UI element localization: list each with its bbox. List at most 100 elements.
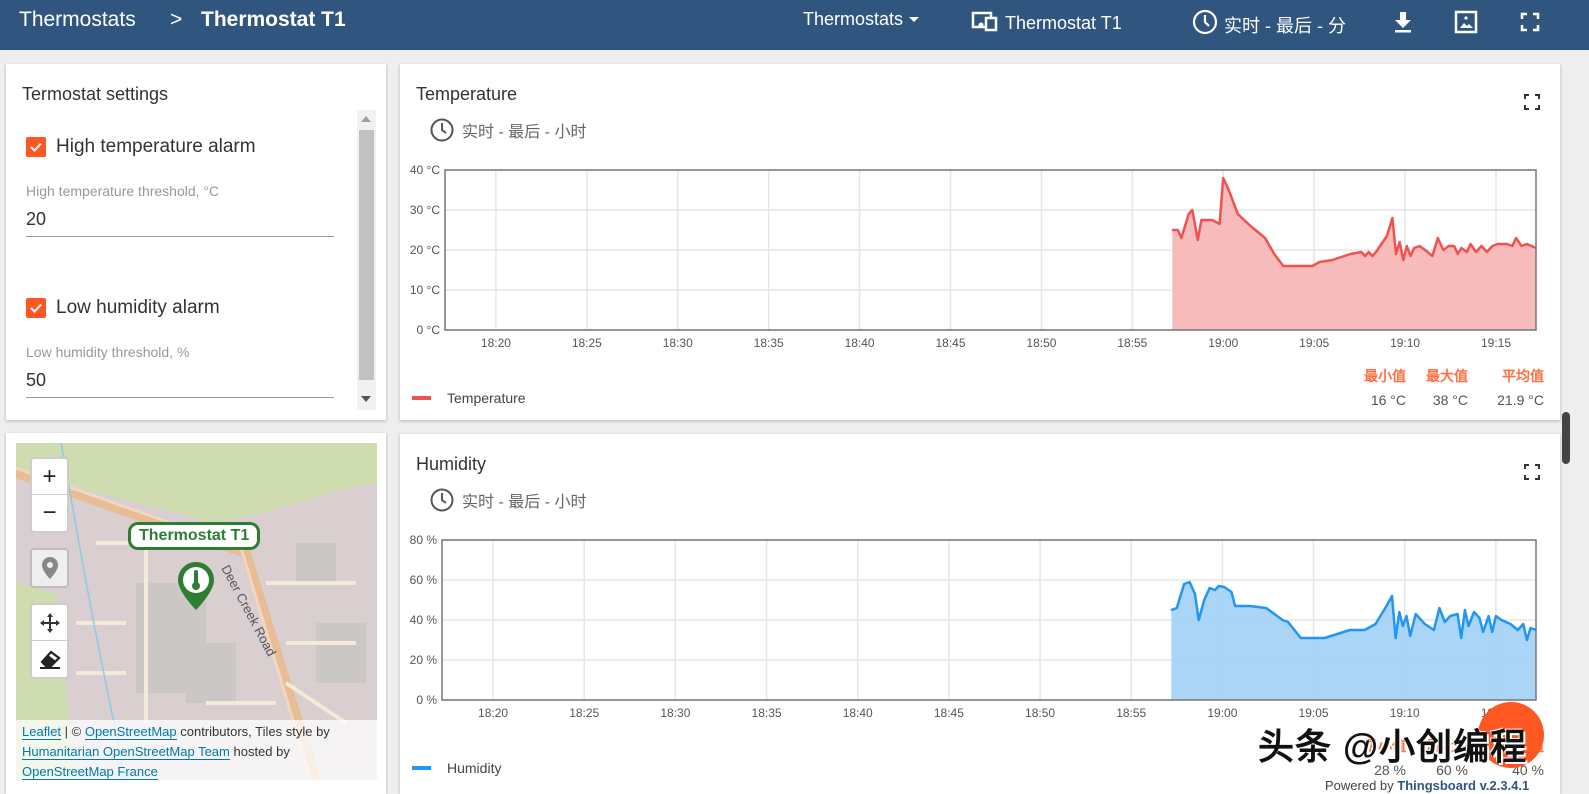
data-point	[1460, 637, 1462, 639]
entity-alias-button[interactable]: Thermostat T1	[971, 9, 1122, 38]
humidity-chart[interactable]: 80 % 60 % 40 % 20 % 0 % 18:20 18:25 18:30 18:35 1…	[400, 530, 1560, 730]
data-point	[1495, 615, 1497, 617]
marker-tooltip: Thermostat T1	[128, 522, 261, 550]
data-point	[1248, 605, 1251, 607]
osm-france-link[interactable]: OpenStreetMap France	[22, 764, 158, 780]
page-scrollbar-thumb[interactable]	[1562, 412, 1570, 464]
leaflet-link[interactable]: Leaflet	[22, 724, 62, 740]
low-hum-alarm-row[interactable]: Low humidity alarm	[26, 297, 220, 319]
settings-scrollbar[interactable]	[357, 110, 376, 410]
breadcrumb-root[interactable]: Thermostats	[19, 8, 136, 32]
low-hum-threshold-label: Low humidity threshold, %	[26, 344, 190, 360]
hot-link[interactable]: Humanitarian OpenStreetMap Team	[22, 744, 230, 760]
stat-avg-value: 21.9 °C	[1497, 392, 1544, 408]
data-point	[1526, 243, 1528, 245]
low-hum-threshold-input[interactable]	[26, 367, 334, 398]
temperature-timewindow[interactable]: 实时 - 最后 - 小时	[430, 118, 586, 142]
high-temp-alarm-checkbox[interactable]	[26, 137, 46, 157]
data-point	[1497, 243, 1499, 245]
high-temp-threshold-input[interactable]	[26, 206, 334, 237]
low-hum-alarm-label: Low humidity alarm	[56, 297, 220, 318]
data-point	[1391, 217, 1394, 219]
data-point	[1331, 259, 1334, 261]
fullscreen-icon	[1520, 12, 1540, 32]
osm-link[interactable]: OpenStreetMap	[84, 724, 177, 740]
data-point	[1486, 251, 1488, 253]
series-area	[1171, 582, 1536, 700]
erase-button[interactable]	[32, 641, 67, 677]
export-image-icon	[1454, 10, 1478, 34]
humidity-title: Humidity	[416, 454, 487, 474]
y-tick-label: 20 °C	[410, 243, 440, 257]
place-marker-button[interactable]	[32, 550, 67, 586]
x-tick-label: 18:40	[845, 336, 875, 350]
fullscreen-button[interactable]	[1516, 8, 1544, 36]
zoom-in-button[interactable]: +	[32, 459, 67, 495]
timewindow-button[interactable]: 实时 - 最后 - 分	[1192, 9, 1346, 40]
stat-min: 最小值 16 °C	[1358, 366, 1406, 408]
scroll-down-arrow-icon[interactable]	[361, 396, 371, 402]
checkmark-icon	[30, 142, 42, 152]
thermostat-marker[interactable]	[176, 560, 216, 617]
data-point	[1478, 617, 1481, 619]
temperature-timewindow-label: 实时 - 最后 - 小时	[462, 124, 587, 141]
data-point	[1187, 213, 1190, 215]
data-point	[1517, 629, 1519, 631]
marker-tool	[30, 548, 69, 588]
data-point	[1456, 613, 1459, 615]
settings-title: Termostat settings	[22, 84, 169, 104]
data-point	[1526, 639, 1528, 641]
download-button[interactable]	[1389, 8, 1417, 36]
legend-label: Humidity	[447, 760, 502, 776]
thingsboard-link[interactable]: Thingsboard v.2.3.4.1	[1397, 778, 1529, 793]
zoom-out-button[interactable]: −	[32, 495, 67, 531]
temperature-legend[interactable]: Temperature	[412, 390, 526, 406]
x-tick-label: 18:20	[478, 706, 508, 720]
checkmark-icon	[30, 303, 42, 313]
data-point	[1364, 255, 1366, 257]
x-tick-label: 18:30	[660, 706, 690, 720]
high-temp-alarm-row[interactable]: High temperature alarm	[26, 136, 256, 158]
humidity-legend[interactable]: Humidity	[412, 760, 501, 776]
y-tick-label: 40 %	[410, 613, 438, 627]
data-point	[1223, 586, 1225, 588]
y-tick-label: 60 %	[410, 573, 438, 587]
data-point	[1222, 177, 1224, 179]
humidity-timewindow[interactable]: 实时 - 最后 - 小时	[430, 488, 586, 512]
x-tick-label: 18:50	[1026, 336, 1056, 350]
low-hum-alarm-checkbox[interactable]	[26, 298, 46, 318]
data-point	[1203, 599, 1205, 601]
data-point	[1374, 623, 1377, 625]
scrollbar-thumb[interactable]	[359, 130, 374, 380]
move-button[interactable]	[32, 605, 67, 641]
thermometer-marker-icon	[178, 562, 214, 610]
data-point	[1197, 239, 1199, 241]
data-point	[1385, 605, 1388, 607]
entity-selector-dropdown[interactable]: Thermostats	[803, 9, 920, 30]
data-point	[1170, 609, 1173, 611]
data-point	[1511, 245, 1514, 247]
x-tick-label: 18:55	[1116, 706, 1146, 720]
map-attribution: Leaflet | © OpenStreetMap contributors, …	[16, 720, 377, 780]
settings-widget: Termostat settings High temperature alar…	[6, 64, 386, 420]
data-point	[1424, 249, 1426, 251]
location-pin-icon	[41, 557, 58, 579]
export-image-button[interactable]	[1452, 8, 1480, 36]
x-tick-label: 18:35	[754, 336, 784, 350]
data-point	[1287, 621, 1289, 623]
temperature-chart[interactable]: 40 °C 30 °C 20 °C 10 °C 0 °C 18:20 18:25 18:30 1…	[400, 160, 1560, 360]
y-tick-label: 0 °C	[417, 323, 441, 337]
data-point	[1402, 259, 1405, 261]
fullscreen-icon[interactable]	[1524, 464, 1540, 480]
zoom-control: + −	[30, 457, 69, 533]
stat-min-label: 最小值	[1364, 368, 1406, 384]
data-point	[1300, 637, 1302, 639]
clock-icon	[430, 118, 454, 142]
x-tick-label: 18:25	[569, 706, 599, 720]
data-point	[1398, 611, 1401, 613]
x-tick-label: 18:40	[843, 706, 873, 720]
data-point	[1217, 585, 1220, 587]
fullscreen-icon[interactable]	[1524, 94, 1540, 110]
scroll-up-arrow-icon[interactable]	[361, 116, 371, 122]
data-point	[1398, 241, 1401, 243]
